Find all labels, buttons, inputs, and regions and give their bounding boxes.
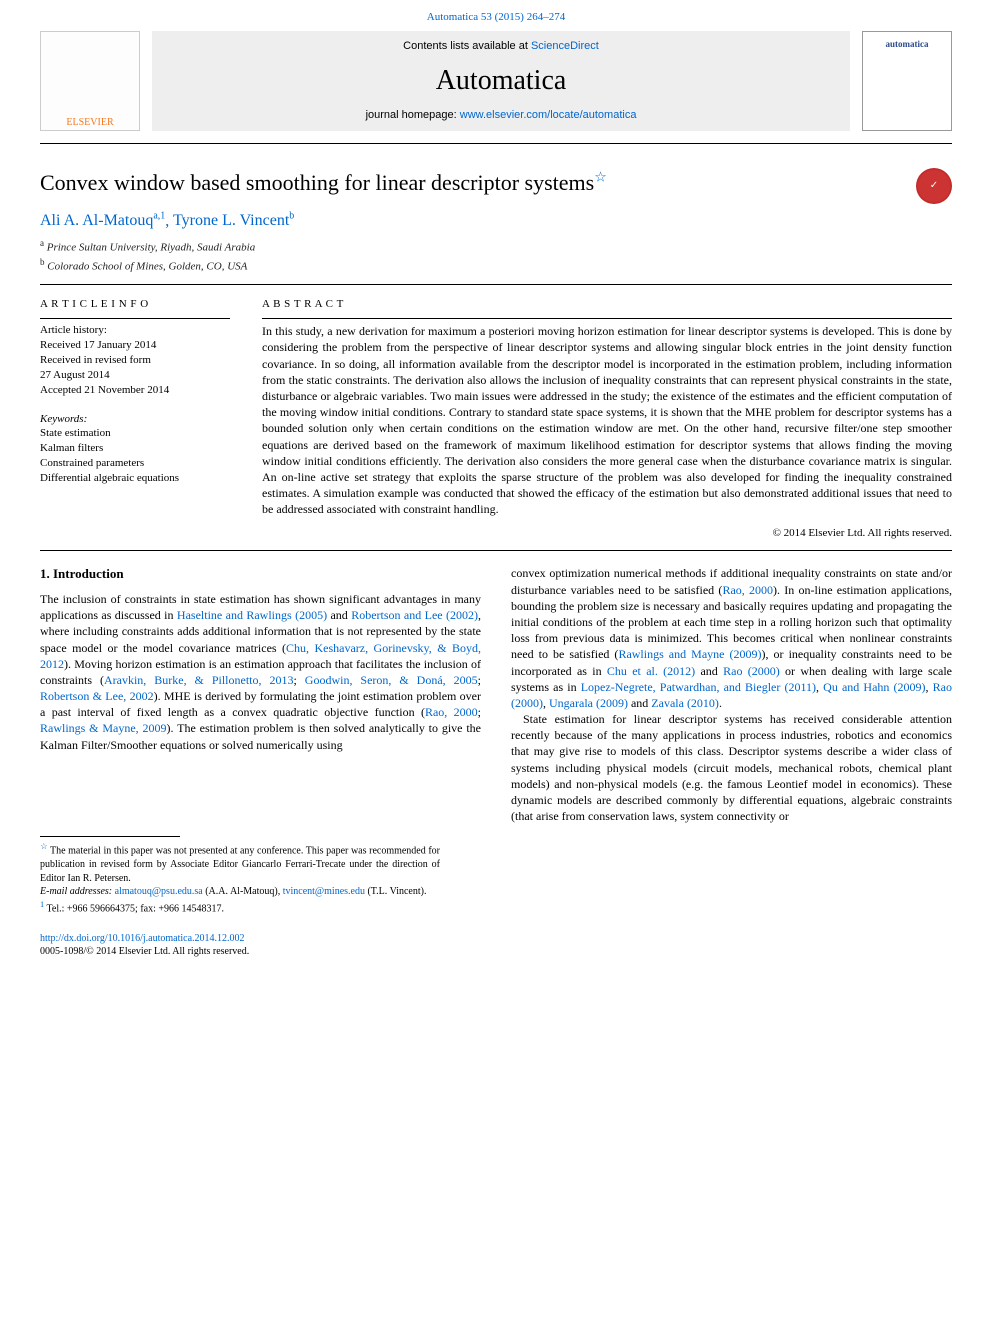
column-right: convex optimization numerical methods if… [511,565,952,828]
body-columns: 1. Introduction The inclusion of constra… [0,551,992,836]
citation-link[interactable]: Zavala (2010) [651,696,719,710]
citation-link[interactable]: Lopez-Negrete, Patwardhan, and Biegler (… [581,680,816,694]
copyright: © 2014 Elsevier Ltd. All rights reserved… [262,526,952,541]
cover-title: automatica [886,38,929,50]
section-heading: 1. Introduction [40,565,481,583]
title-block: ✓ Convex window based smoothing for line… [0,144,992,206]
author-1[interactable]: Ali A. Al-Matouqa,1 [40,212,165,229]
citation-link[interactable]: Rao (2000) [723,664,780,678]
crossmark-icon[interactable]: ✓ [916,168,952,204]
citation-link[interactable]: Qu and Hahn (2009) [823,680,925,694]
keyword: State estimation [40,426,230,441]
article-info-heading: A R T I C L E I N F O [40,297,230,312]
history-line: Received in revised form [40,353,230,368]
footnote-emails: E-mail addresses: almatouq@psu.edu.sa (A… [40,885,440,899]
journal-name: Automatica [436,62,567,100]
citation-link[interactable]: Rawlings & Mayne, 2009 [40,721,167,735]
doi-copyright: 0005-1098/© 2014 Elsevier Ltd. All right… [40,946,249,957]
citation-link[interactable]: Robertson & Lee, 2002 [40,689,154,703]
author-1-marks: a,1 [153,211,165,222]
paragraph: convex optimization numerical methods if… [511,565,952,824]
paper-title: Convex window based smoothing for linear… [40,168,952,198]
column-left: 1. Introduction The inclusion of constra… [40,565,481,828]
footnote-tel: 1 Tel.: +966 596664375; fax: +966 145483… [40,899,440,916]
email-1-who: (A.A. Al-Matouq) [205,886,278,897]
affiliation-a: a Prince Sultan University, Riyadh, Saud… [40,237,952,256]
paper-title-text: Convex window based smoothing for linear… [40,170,594,195]
citation-link[interactable]: Automatica 53 (2015) 264–274 [427,11,565,23]
author-2-marks: b [289,211,294,222]
email-1[interactable]: almatouq@psu.edu.sa [115,886,203,897]
authors-line: Ali A. Al-Matouqa,1, Tyrone L. Vincentb [0,206,992,236]
emails-label: E-mail addresses: [40,886,112,897]
citation-link[interactable]: Rao, 2000 [722,583,773,597]
title-footnote-mark[interactable]: ☆ [594,171,607,186]
affil-b-text: Colorado School of Mines, Golden, CO, US… [47,261,247,273]
paragraph: The inclusion of constraints in state es… [40,591,481,753]
author-2[interactable]: Tyrone L. Vincentb [173,212,294,229]
doi-block: http://dx.doi.org/10.1016/j.automatica.2… [0,922,992,989]
email-2[interactable]: tvincent@mines.edu [283,886,365,897]
keyword: Constrained parameters [40,456,230,471]
author-2-name: Tyrone L. Vincent [173,212,289,229]
header-citation: Automatica 53 (2015) 264–274 [0,0,992,31]
affil-b-mark: b [40,257,45,267]
footnotes: ☆ The material in this paper was not pre… [0,836,480,921]
abstract-heading: A B S T R A C T [262,297,952,312]
footnote-star-mark: ☆ [40,842,48,851]
author-1-name: Ali A. Al-Matouq [40,212,153,229]
section-title: Introduction [53,566,124,581]
keywords-heading: Keywords: [40,412,230,427]
citation-link[interactable]: Robertson and Lee (2002) [351,608,478,622]
elsevier-logo[interactable]: ELSEVIER [40,31,140,131]
affil-a-text: Prince Sultan University, Riyadh, Saudi … [47,242,255,254]
journal-cover-thumb[interactable]: automatica [862,31,952,131]
footnote-rule [40,836,180,837]
divider [40,318,230,319]
info-abstract-row: A R T I C L E I N F O Article history: R… [0,285,992,550]
email-2-who: (T.L. Vincent) [367,886,424,897]
abstract-text: In this study, a new derivation for maxi… [262,323,952,517]
footnote-star: ☆ The material in this paper was not pre… [40,841,440,885]
citation-link[interactable]: Aravkin, Burke, & Pillonetto, 2013 [104,673,294,687]
homepage-link[interactable]: www.elsevier.com/locate/automatica [460,109,637,121]
divider [262,318,952,319]
history-line: Article history: [40,323,230,338]
banner-mid: Contents lists available at ScienceDirec… [152,31,850,131]
citation-link[interactable]: Haseltine and Rawlings (2005) [177,608,327,622]
affiliations: a Prince Sultan University, Riyadh, Saud… [0,235,992,284]
section-number: 1. [40,566,50,581]
footnote-tel-text: Tel.: +966 596664375; fax: +966 14548317… [44,903,224,914]
elsevier-logo-label: ELSEVIER [66,116,113,130]
citation-link[interactable]: Rao, 2000 [425,705,478,719]
citation-link[interactable]: Ungarala (2009) [549,696,628,710]
sciencedirect-link[interactable]: ScienceDirect [531,40,599,52]
citation-link[interactable]: Chu, Keshavarz, Gorinevsky, & Boyd, 2012 [40,641,481,671]
citation-link[interactable]: Goodwin, Seron, & Doná, 2005 [305,673,478,687]
journal-banner: ELSEVIER Contents lists available at Sci… [0,31,992,143]
contents-prefix: Contents lists available at [403,40,531,52]
abstract: A B S T R A C T In this study, a new der… [262,297,952,540]
keyword: Differential algebraic equations [40,471,230,486]
history-line: Accepted 21 November 2014 [40,383,230,398]
article-info: A R T I C L E I N F O Article history: R… [40,297,230,540]
citation-link[interactable]: Rawlings and Mayne (2009) [618,647,761,661]
history-line: 27 August 2014 [40,368,230,383]
homepage-line: journal homepage: www.elsevier.com/locat… [366,108,637,123]
affil-a-mark: a [40,238,44,248]
affiliation-b: b Colorado School of Mines, Golden, CO, … [40,256,952,275]
doi-link[interactable]: http://dx.doi.org/10.1016/j.automatica.2… [40,933,245,944]
footnote-star-text: The material in this paper was not prese… [40,846,440,884]
contents-line: Contents lists available at ScienceDirec… [403,39,599,54]
homepage-prefix: journal homepage: [366,109,460,121]
history-line: Received 17 January 2014 [40,338,230,353]
keyword: Kalman filters [40,441,230,456]
citation-link[interactable]: Chu et al. (2012) [607,664,695,678]
